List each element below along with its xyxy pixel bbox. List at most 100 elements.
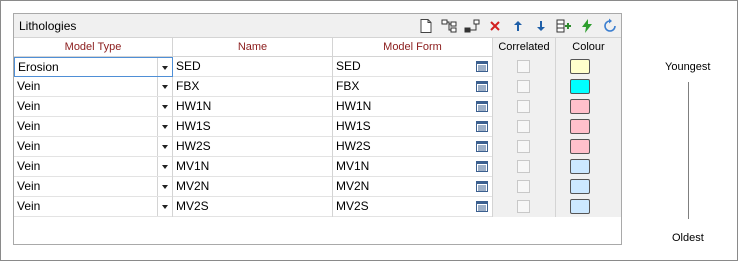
- colour-swatch[interactable]: [570, 79, 590, 94]
- model-type-select[interactable]: Erosion: [14, 57, 173, 77]
- table-row[interactable]: Vein HW1S HW1S: [14, 117, 621, 137]
- model-form-field[interactable]: MV1N: [333, 157, 493, 177]
- refresh-icon[interactable]: [600, 17, 619, 35]
- table-row[interactable]: Vein HW1N HW1N: [14, 97, 621, 117]
- youngest-label: Youngest: [665, 61, 711, 73]
- correlated-checkbox[interactable]: [517, 120, 530, 133]
- model-form-field[interactable]: MV2S: [333, 197, 493, 217]
- model-type-select[interactable]: Vein: [14, 97, 173, 117]
- form-editor-icon[interactable]: [476, 181, 488, 192]
- model-type-select[interactable]: Vein: [14, 177, 173, 197]
- model-type-select[interactable]: Vein: [14, 197, 173, 217]
- form-editor-icon[interactable]: [476, 141, 488, 152]
- correlated-cell: [493, 137, 556, 157]
- model-form-value: MV1N: [336, 159, 370, 173]
- model-form-field[interactable]: MV2N: [333, 177, 493, 197]
- toolbar: [412, 17, 619, 35]
- dropdown-button[interactable]: [157, 117, 172, 136]
- form-editor-icon[interactable]: [476, 121, 488, 132]
- model-form-value: MV2S: [336, 199, 369, 213]
- insert-after-icon[interactable]: [462, 17, 481, 35]
- form-editor-icon[interactable]: [476, 81, 488, 92]
- dropdown-button[interactable]: [157, 197, 172, 216]
- new-icon[interactable]: [416, 17, 435, 35]
- colour-cell: [556, 117, 621, 137]
- table-row[interactable]: Vein MV2S MV2S: [14, 197, 621, 217]
- name-field[interactable]: HW1N: [173, 97, 333, 117]
- model-type-select[interactable]: Vein: [14, 117, 173, 137]
- name-field[interactable]: HW2S: [173, 137, 333, 157]
- table-row[interactable]: Vein MV1N MV1N: [14, 157, 621, 177]
- lightning-icon[interactable]: [577, 17, 596, 35]
- model-form-value: FBX: [336, 79, 360, 93]
- correlated-cell: [493, 117, 556, 137]
- model-type-select[interactable]: Vein: [14, 137, 173, 157]
- model-form-field[interactable]: HW1S: [333, 117, 493, 137]
- correlated-checkbox[interactable]: [517, 180, 530, 193]
- chevron-down-icon: [162, 65, 168, 70]
- name-field[interactable]: MV1N: [173, 157, 333, 177]
- insert-icon[interactable]: [439, 17, 458, 35]
- table-row[interactable]: Vein MV2N MV2N: [14, 177, 621, 197]
- model-type-select[interactable]: Vein: [14, 157, 173, 177]
- name-field[interactable]: HW1S: [173, 117, 333, 137]
- column-header-model-form[interactable]: Model Form: [333, 38, 493, 57]
- dropdown-button[interactable]: [157, 58, 172, 76]
- name-value: MV2N: [176, 179, 210, 193]
- grid-header: Model Type Name Model Form Correlated Co…: [14, 38, 621, 57]
- column-header-model-type[interactable]: Model Type: [14, 38, 173, 57]
- table-row[interactable]: Vein FBX FBX: [14, 77, 621, 97]
- delete-icon[interactable]: [485, 17, 504, 35]
- correlated-checkbox[interactable]: [517, 200, 530, 213]
- correlated-checkbox[interactable]: [517, 160, 530, 173]
- dropdown-button[interactable]: [157, 97, 172, 116]
- name-value: MV1N: [176, 159, 210, 173]
- chevron-down-icon: [162, 124, 168, 129]
- dropdown-button[interactable]: [157, 177, 172, 196]
- form-editor-icon[interactable]: [476, 61, 488, 72]
- colour-swatch[interactable]: [570, 199, 590, 214]
- column-header-correlated[interactable]: Correlated: [493, 38, 556, 57]
- name-field[interactable]: SED: [173, 57, 333, 77]
- colour-swatch[interactable]: [570, 159, 590, 174]
- dropdown-button[interactable]: [157, 157, 172, 176]
- dropdown-button[interactable]: [157, 77, 172, 96]
- name-field[interactable]: FBX: [173, 77, 333, 97]
- colour-swatch[interactable]: [570, 99, 590, 114]
- correlated-checkbox[interactable]: [517, 140, 530, 153]
- model-type-select[interactable]: Vein: [14, 77, 173, 97]
- colour-cell: [556, 77, 621, 97]
- colour-swatch[interactable]: [570, 139, 590, 154]
- move-up-icon[interactable]: [508, 17, 527, 35]
- model-form-field[interactable]: HW2S: [333, 137, 493, 157]
- correlated-cell: [493, 177, 556, 197]
- lithologies-panel: Lithologies Model Type Name Model Form C…: [13, 13, 622, 245]
- column-header-name[interactable]: Name: [173, 38, 333, 57]
- colour-swatch[interactable]: [570, 59, 590, 74]
- correlated-checkbox[interactable]: [517, 100, 530, 113]
- form-editor-icon[interactable]: [476, 161, 488, 172]
- model-form-field[interactable]: SED: [333, 57, 493, 77]
- move-down-icon[interactable]: [531, 17, 550, 35]
- colour-swatch[interactable]: [570, 119, 590, 134]
- table-row[interactable]: Erosion SED SED: [14, 57, 621, 77]
- model-form-field[interactable]: HW1N: [333, 97, 493, 117]
- model-form-field[interactable]: FBX: [333, 77, 493, 97]
- name-field[interactable]: MV2S: [173, 197, 333, 217]
- form-editor-icon[interactable]: [476, 201, 488, 212]
- table-row[interactable]: Vein HW2S HW2S: [14, 137, 621, 157]
- correlated-checkbox[interactable]: [517, 60, 530, 73]
- name-field[interactable]: MV2N: [173, 177, 333, 197]
- dropdown-button[interactable]: [157, 137, 172, 156]
- add-row-icon[interactable]: [554, 17, 573, 35]
- chevron-down-icon: [162, 84, 168, 89]
- chevron-down-icon: [162, 144, 168, 149]
- model-form-value: HW1S: [336, 119, 371, 133]
- form-editor-icon[interactable]: [476, 101, 488, 112]
- correlated-cell: [493, 97, 556, 117]
- model-type-value: Erosion: [18, 60, 59, 74]
- column-header-colour[interactable]: Colour: [556, 38, 621, 57]
- colour-swatch[interactable]: [570, 179, 590, 194]
- correlated-checkbox[interactable]: [517, 80, 530, 93]
- correlated-cell: [493, 157, 556, 177]
